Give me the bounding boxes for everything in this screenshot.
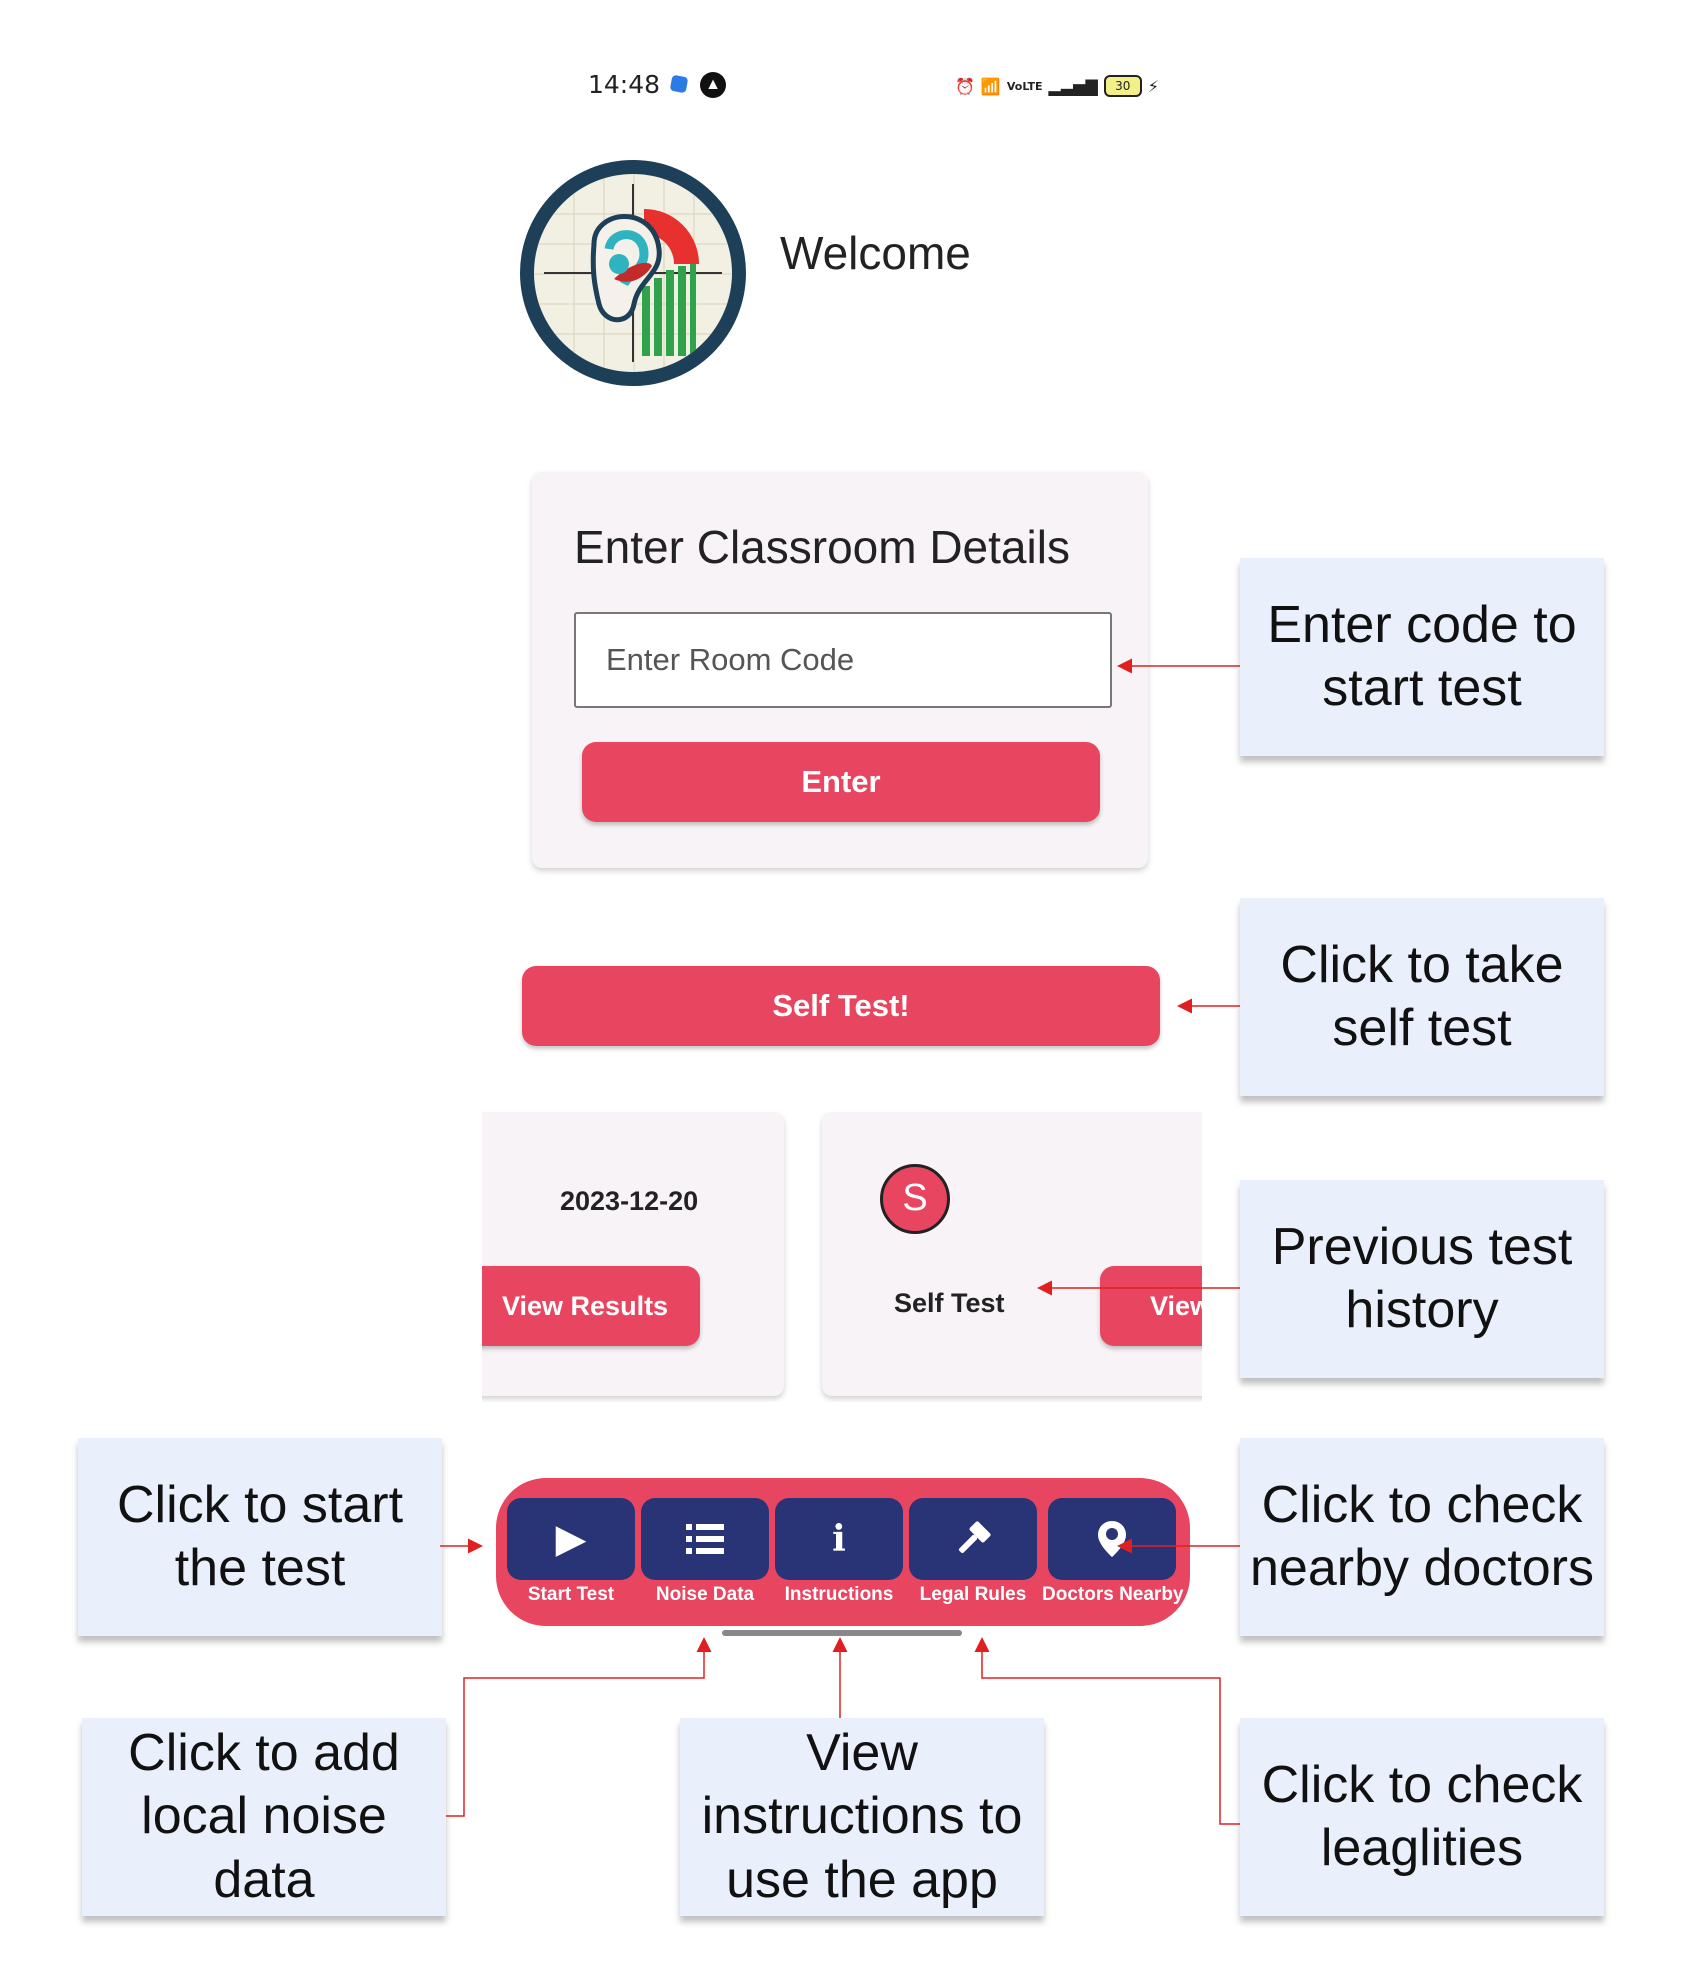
arrow-noise bbox=[446, 1637, 712, 1817]
arrow-legal bbox=[974, 1637, 1240, 1825]
annotation-arrows bbox=[440, 658, 1240, 1825]
